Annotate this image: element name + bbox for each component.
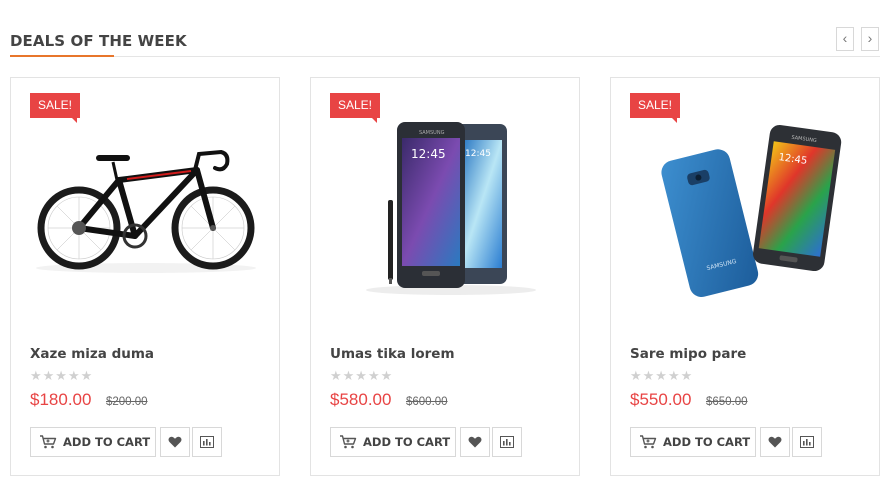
cart-icon — [340, 435, 357, 449]
wishlist-button[interactable] — [460, 427, 490, 457]
rating-stars: ★★★★★ — [30, 368, 94, 383]
sale-badge: SALE! — [630, 93, 681, 123]
svg-text:12:45: 12:45 — [465, 149, 491, 159]
add-to-cart-label: ADD TO CART — [363, 435, 451, 449]
compare-button[interactable] — [792, 427, 822, 457]
sale-badge: SALE! — [330, 93, 381, 123]
wishlist-button[interactable] — [160, 427, 190, 457]
heart-icon — [768, 436, 782, 448]
carousel-prev-button[interactable]: ‹ — [836, 27, 854, 51]
product-price: $580.00 — [330, 390, 392, 409]
section-title: DEALS OF THE WEEK — [10, 32, 187, 50]
sale-badge: SALE! — [30, 93, 81, 123]
add-to-cart-button[interactable]: ADD TO CART — [330, 427, 456, 457]
add-to-cart-button[interactable]: ADD TO CART — [30, 427, 156, 457]
wishlist-button[interactable] — [760, 427, 790, 457]
heart-icon — [468, 436, 482, 448]
add-to-cart-button[interactable]: ADD TO CART — [630, 427, 756, 457]
heart-icon — [168, 436, 182, 448]
cart-icon — [640, 435, 657, 449]
bicycle-image[interactable]: cervelo — [31, 118, 261, 318]
compare-button[interactable] — [192, 427, 222, 457]
product-old-price: $600.00 — [406, 396, 448, 408]
add-to-cart-label: ADD TO CART — [663, 435, 751, 449]
smartphones-image[interactable]: 12:45 12:45 SAMSUNG — [331, 118, 561, 318]
blue-smartphone-image[interactable]: SAMSUNG 12:45 SAMSUNG — [631, 118, 861, 318]
product-name[interactable]: Umas tika lorem — [330, 346, 455, 362]
title-underline — [10, 55, 114, 57]
rating-stars: ★★★★★ — [630, 368, 694, 383]
product-old-price: $200.00 — [106, 396, 148, 408]
add-to-cart-label: ADD TO CART — [63, 435, 151, 449]
carousel-next-button[interactable]: › — [861, 27, 879, 51]
cart-icon — [40, 435, 57, 449]
section-header: DEALS OF THE WEEK — [10, 27, 880, 57]
svg-text:SAMSUNG: SAMSUNG — [419, 130, 445, 136]
compare-chart-icon — [800, 436, 814, 448]
rating-stars: ★★★★★ — [330, 368, 394, 383]
svg-text:12:45: 12:45 — [411, 147, 446, 161]
product-card[interactable]: SALE! SAMSUNG 12:45 SAMSUNG Sare mipo pa… — [610, 77, 880, 476]
product-name[interactable]: Xaze miza duma — [30, 346, 154, 362]
product-price: $180.00 — [30, 390, 92, 409]
product-card[interactable]: SALE! cervelo Xaze miza duma ★★★★★ $180.… — [10, 77, 280, 476]
product-price: $550.00 — [630, 390, 692, 409]
compare-chart-icon — [500, 436, 514, 448]
compare-button[interactable] — [492, 427, 522, 457]
product-card[interactable]: SALE! 12:45 12:45 SAMSUNG Umas tika lore… — [310, 77, 580, 476]
compare-chart-icon — [200, 436, 214, 448]
product-old-price: $650.00 — [706, 396, 748, 408]
product-name[interactable]: Sare mipo pare — [630, 346, 746, 362]
